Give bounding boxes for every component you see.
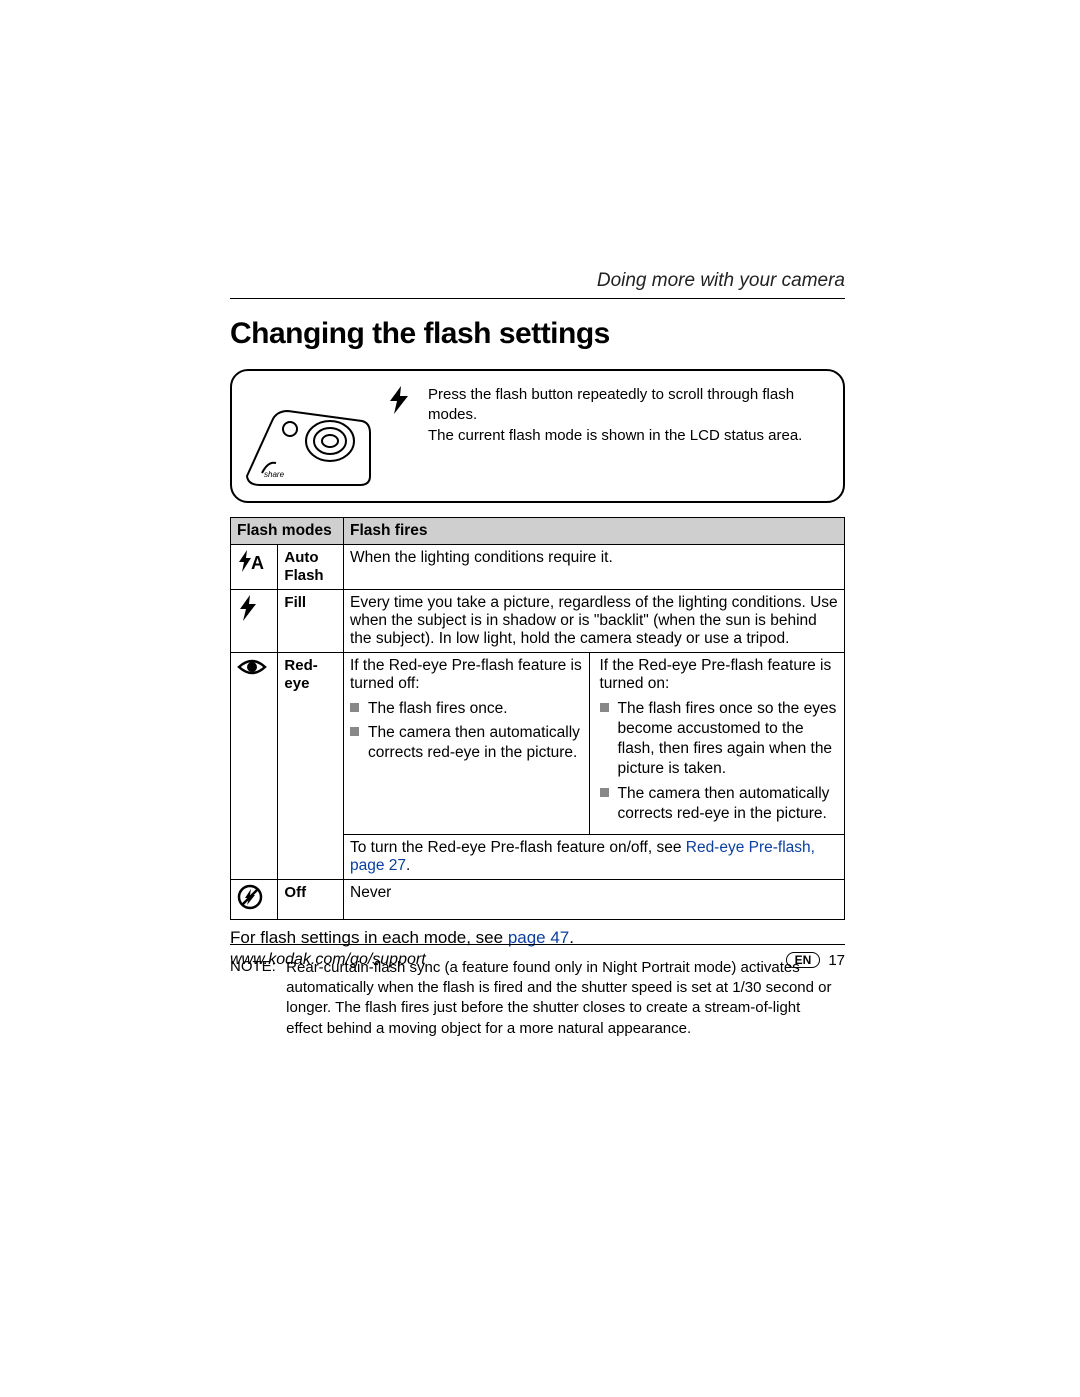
redeye-off-intro: If the Red-eye Pre-flash feature is turn… <box>350 657 589 693</box>
list-item: The flash fires once. <box>350 699 589 719</box>
redeye-icon <box>231 653 278 880</box>
fill-flash-icon <box>231 590 278 653</box>
redeye-detail: If the Red-eye Pre-flash feature is turn… <box>344 653 845 835</box>
list-item: The camera then automatically corrects r… <box>350 723 589 763</box>
svg-text:share: share <box>264 470 285 479</box>
diagram-line-1: Press the flash button repeatedly to scr… <box>428 385 827 426</box>
page-number: 17 <box>828 952 845 969</box>
list-item: The camera then automatically corrects r… <box>600 784 839 824</box>
language-badge: EN <box>786 952 821 968</box>
table-row: Fill Every time you take a picture, rega… <box>231 590 845 653</box>
redeye-on-intro: If the Red-eye Pre-flash feature is turn… <box>600 657 839 693</box>
flash-off-icon <box>231 879 278 919</box>
manual-page: Doing more with your camera Changing the… <box>230 270 845 1039</box>
table-row: Red-eye If the Red-eye Pre-flash feature… <box>231 653 845 835</box>
support-url[interactable]: www.kodak.com/go/support <box>230 951 426 969</box>
mode-label: Off <box>278 879 344 919</box>
page-footer: www.kodak.com/go/support EN 17 <box>230 944 845 969</box>
note-block: NOTE: Rear-curtain-flash sync (a feature… <box>230 958 845 1039</box>
instruction-diagram: share Press the flash button repeatedly … <box>230 369 845 503</box>
diagram-line-2: The current flash mode is shown in the L… <box>428 426 827 446</box>
auto-flash-icon: A <box>231 545 278 590</box>
note-body: Rear-curtain-flash sync (a feature found… <box>286 958 836 1039</box>
flash-modes-table: Flash modes Flash fires A Auto Flash Whe… <box>230 517 845 920</box>
table-row: A Auto Flash When the lighting condition… <box>231 545 845 590</box>
mode-label: Fill <box>278 590 344 653</box>
header-rule <box>230 298 845 299</box>
mode-fires: Never <box>344 879 845 919</box>
mode-fires: Every time you take a picture, regardles… <box>344 590 845 653</box>
diagram-caption: Press the flash button repeatedly to scr… <box>428 381 827 446</box>
mode-label: Auto Flash <box>278 545 344 590</box>
flash-button-icon <box>386 381 414 420</box>
col-header-fires: Flash fires <box>344 518 845 545</box>
col-header-modes: Flash modes <box>231 518 344 545</box>
mode-label: Red-eye <box>278 653 344 880</box>
section-header: Doing more with your camera <box>230 270 845 292</box>
page-number-block: EN 17 <box>786 952 845 969</box>
mode-fires: When the lighting conditions require it. <box>344 545 845 590</box>
redeye-toggle-note: To turn the Red-eye Pre-flash feature on… <box>344 834 845 879</box>
table-row: Off Never <box>231 879 845 919</box>
page-title: Changing the flash settings <box>230 317 845 351</box>
list-item: The flash fires once so the eyes become … <box>600 699 839 780</box>
svg-text:A: A <box>251 553 264 573</box>
camera-illustration: share <box>242 381 372 491</box>
